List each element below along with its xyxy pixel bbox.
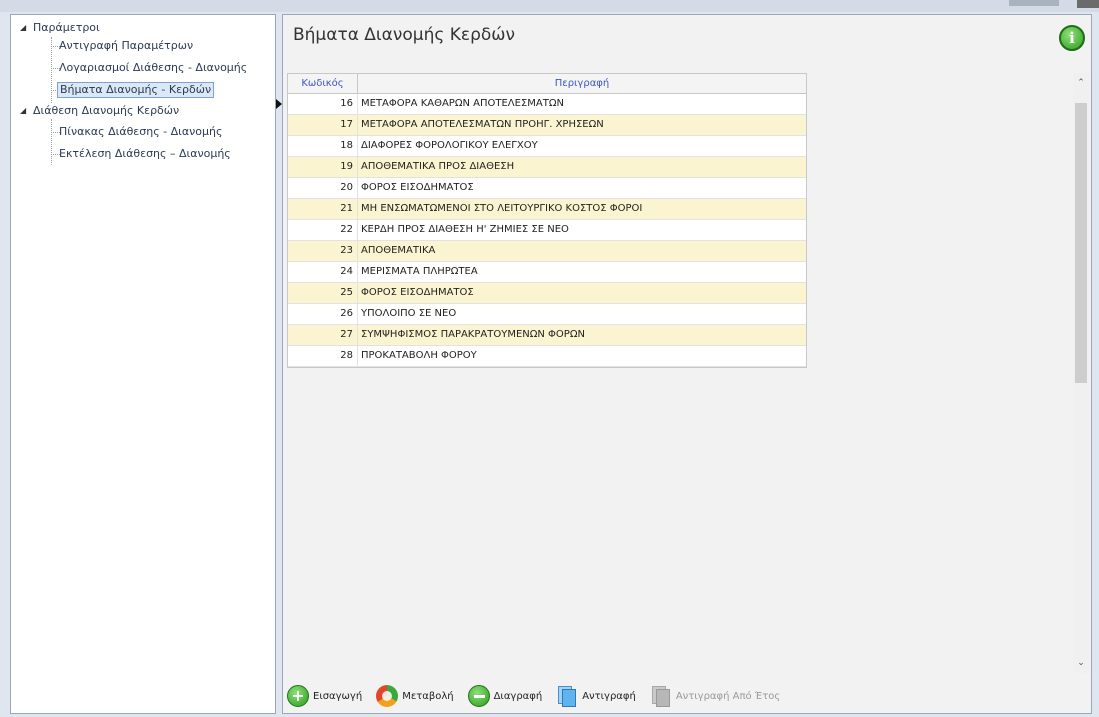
cell-description[interactable]: ΑΠΟΘΕΜΑΤΙΚΑ [358,241,806,261]
cell-description[interactable]: ΜΗ ΕΝΣΩΜΑΤΩΜΕΝΟΙ ΣΤΟ ΛΕΙΤΟΥΡΓΙΚΟ ΚΟΣΤΟΣ … [358,199,806,219]
copy-from-year-button[interactable]: Αντιγραφή Από Έτος [650,685,780,707]
tree-node-distribution-accounts[interactable]: Λογαριασμοί Διάθεσης - Διανομής [59,61,247,75]
cell-code[interactable]: 20 [288,178,358,198]
expand-arrow-icon[interactable]: ◢ [20,104,26,118]
main-panel: Βήματα Διανομής Κερδών i Κωδικός Περιγρα… [276,14,1092,714]
copy-from-year-button-label: Αντιγραφή Από Έτος [675,690,781,702]
copy-button[interactable]: Αντιγραφή [556,685,636,707]
tree-node-execute-distribution[interactable]: Εκτέλεση Διάθεσης – Διανομής [59,147,231,161]
tree-node-parameters[interactable]: Παράμετροι [33,21,100,35]
table-row[interactable]: 22 ΚΕΡΔΗ ΠΡΟΣ ΔΙΑΘΕΣΗ Η' ΖΗΜΙΕΣ ΣΕ ΝΕΟ [288,220,806,241]
tree-node-profit-distribution[interactable]: Διάθεση Διανομής Κερδών [33,104,179,118]
vertical-scrollbar[interactable]: ⌃ ⌄ [1073,73,1089,673]
table-row[interactable]: 16 ΜΕΤΑΦΟΡΑ ΚΑΘΑΡΩΝ ΑΠΟΤΕΛΕΣΜΑΤΩΝ [276,94,806,115]
cell-description[interactable]: ΦΟΡΟΣ ΕΙΣΟΔΗΜΑΤΟΣ [358,178,806,198]
cell-code[interactable]: 21 [288,199,358,219]
cell-description[interactable]: ΠΡΟΚΑΤΑΒΟΛΗ ΦΟΡΟΥ [358,346,806,366]
cell-description[interactable]: ΜΕΤΑΦΟΡΑ ΚΑΘΑΡΩΝ ΑΠΟΤΕΛΕΣΜΑΤΩΝ [358,94,806,114]
cell-code[interactable]: 26 [288,304,358,324]
table-row[interactable]: 27 ΣΥΜΨΗΦΙΣΜΟΣ ΠΑΡΑΚΡΑΤΟΥΜΕΝΩΝ ΦΟΡΩΝ [288,325,806,346]
cell-code[interactable]: 16 [288,94,358,114]
grid-area: Κωδικός Περιγραφή 16 ΜΕΤΑΦΟΡΑ ΚΑΘΑΡΩΝ ΑΠ… [276,73,1071,673]
add-icon [287,685,309,707]
scroll-up-icon[interactable]: ⌃ [1073,75,1089,91]
cell-code[interactable]: 27 [288,325,358,345]
table-row[interactable]: 17 ΜΕΤΑΦΟΡΑ ΑΠΟΤΕΛΕΣΜΑΤΩΝ ΠΡΟΗΓ. ΧΡΗΣΕΩΝ [288,115,806,136]
current-row-indicator-icon [276,99,282,109]
page-title: Βήματα Διανομής Κερδών [293,25,516,45]
cell-code[interactable]: 19 [288,157,358,177]
cell-code[interactable]: 22 [288,220,358,240]
bottom-toolbar: Εισαγωγή Μεταβολή Διαγραφή Αντιγραφή Αντ… [287,683,794,709]
cell-code[interactable]: 25 [288,283,358,303]
cell-code[interactable]: 17 [288,115,358,135]
cell-code[interactable]: 18 [288,136,358,156]
cell-description[interactable]: ΚΕΡΔΗ ΠΡΟΣ ΔΙΑΘΕΣΗ Η' ΖΗΜΙΕΣ ΣΕ ΝΕΟ [358,220,806,240]
cell-description[interactable]: ΜΕΡΙΣΜΑΤΑ ΠΛΗΡΩΤΕΑ [358,262,806,282]
tree-connector [51,119,52,165]
close-window-button[interactable] [1077,0,1099,8]
table-row[interactable]: 28 ΠΡΟΚΑΤΑΒΟΛΗ ΦΟΡΟΥ [288,346,806,367]
edit-button-label: Μεταβολή [402,690,454,702]
table-row[interactable]: 20 ΦΟΡΟΣ ΕΙΣΟΔΗΜΑΤΟΣ [288,178,806,199]
table-row[interactable]: 25 ΦΟΡΟΣ ΕΙΣΟΔΗΜΑΤΟΣ [288,283,806,304]
cell-code[interactable]: 23 [288,241,358,261]
cell-description[interactable]: ΜΕΤΑΦΟΡΑ ΑΠΟΤΕΛΕΣΜΑΤΩΝ ΠΡΟΗΓ. ΧΡΗΣΕΩΝ [358,115,806,135]
column-header-code[interactable]: Κωδικός [288,74,358,93]
edit-button[interactable]: Μεταβολή [376,685,454,707]
copy-button-label: Αντιγραφή [582,690,636,702]
cell-description[interactable]: ΑΠΟΘΕΜΑΤΙΚΑ ΠΡΟΣ ΔΙΑΘΕΣΗ [358,157,806,177]
column-header-description[interactable]: Περιγραφή [358,74,806,93]
navigation-tree: ◢ Παράμετροι Αντιγραφή Παραμέτρων Λογαρι… [10,14,276,714]
grid-header: Κωδικός Περιγραφή [288,74,806,94]
cell-code[interactable]: 24 [288,262,358,282]
steps-grid: Κωδικός Περιγραφή 16 ΜΕΤΑΦΟΡΑ ΚΑΘΑΡΩΝ ΑΠ… [276,73,807,368]
table-row[interactable]: 26 ΥΠΟΛΟΙΠΟ ΣΕ ΝΕΟ [288,304,806,325]
table-row[interactable]: 19 ΑΠΟΘΕΜΑΤΙΚΑ ΠΡΟΣ ΔΙΑΘΕΣΗ [288,157,806,178]
refresh-edit-icon [376,685,399,707]
scrollbar-thumb[interactable] [1075,103,1087,383]
table-row[interactable]: 23 ΑΠΟΘΕΜΑΤΙΚΑ [288,241,806,262]
tree-node-profit-distribution-steps[interactable]: Βήματα Διανομής - Κερδών [57,82,215,98]
cell-code[interactable]: 28 [288,346,358,366]
window-controls[interactable] [1009,0,1059,6]
expand-arrow-icon[interactable]: ◢ [20,21,26,35]
table-row[interactable]: 18 ΔΙΑΦΟΡΕΣ ΦΟΡΟΛΟΓΙΚΟΥ ΕΛΕΓΧΟΥ [288,136,806,157]
cell-description[interactable]: ΦΟΡΟΣ ΕΙΣΟΔΗΜΑΤΟΣ [358,283,806,303]
copy-icon [650,685,672,707]
tree-node-copy-parameters[interactable]: Αντιγραφή Παραμέτρων [59,39,193,53]
table-row[interactable]: 21 ΜΗ ΕΝΣΩΜΑΤΩΜΕΝΟΙ ΣΤΟ ΛΕΙΤΟΥΡΓΙΚΟ ΚΟΣΤ… [288,199,806,220]
info-icon[interactable]: i [1059,25,1085,51]
insert-button[interactable]: Εισαγωγή [287,685,362,707]
minus-icon [467,685,490,707]
tree-node-distribution-table[interactable]: Πίνακας Διάθεσης - Διανομής [59,125,222,139]
delete-button[interactable]: Διαγραφή [467,685,543,707]
cell-description[interactable]: ΥΠΟΛΟΙΠΟ ΣΕ ΝΕΟ [358,304,806,324]
cell-description[interactable]: ΣΥΜΨΗΦΙΣΜΟΣ ΠΑΡΑΚΡΑΤΟΥΜΕΝΩΝ ΦΟΡΩΝ [358,325,806,345]
copy-icon [556,685,578,707]
cell-description[interactable]: ΔΙΑΦΟΡΕΣ ΦΟΡΟΛΟΓΙΚΟΥ ΕΛΕΓΧΟΥ [358,136,806,156]
window-top-strip [0,0,1099,12]
delete-button-label: Διαγραφή [493,690,543,702]
table-row[interactable]: 24 ΜΕΡΙΣΜΑΤΑ ΠΛΗΡΩΤΕΑ [288,262,806,283]
insert-button-label: Εισαγωγή [313,690,363,702]
scroll-down-icon[interactable]: ⌄ [1073,655,1089,671]
